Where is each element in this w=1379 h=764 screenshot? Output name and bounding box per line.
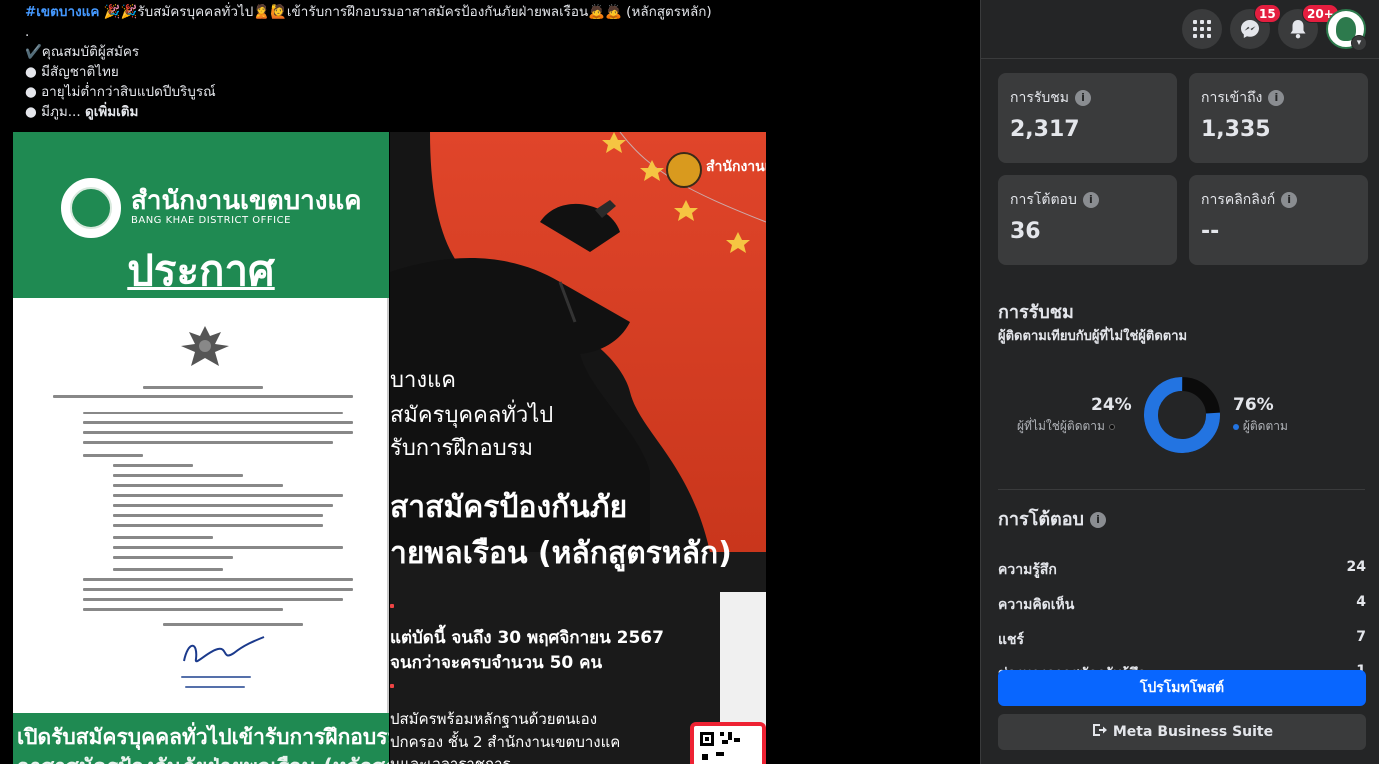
insights-panel: 15 20+ ▾ การรับชม i 2,317 การเข้าถึง i 1,3… xyxy=(980,0,1379,764)
announcement-header: สำนักงานเขตบางแค BANG KHAE DISTRICT OFFI… xyxy=(13,132,389,298)
non-followers-dot-icon xyxy=(1108,423,1115,430)
stat-label-link-clicks: การคลิกลิงก์ i xyxy=(1201,189,1298,211)
qr-code-icon xyxy=(690,722,766,764)
announcement-document xyxy=(13,298,389,713)
poster-line-9: ปกครอง ชั้น 2 สำนักงานเขตบางแค xyxy=(390,733,621,751)
engagement-value: 7 xyxy=(1356,629,1366,645)
poster-bullet-dot xyxy=(390,604,394,608)
meta-business-suite-label: Meta Business Suite xyxy=(1112,724,1274,740)
post-viewer: #เขตบางแค 🎉🎉รับสมัครบุคคลทั่วไป🙎🙋เข้ารับ… xyxy=(0,0,980,764)
engagement-label: แชร์ xyxy=(998,632,1025,648)
signature-image xyxy=(183,636,265,663)
non-followers-label: ผู้ที่ไม่ใช่ผู้ติดตาม xyxy=(1017,419,1105,433)
post-dot-line: . xyxy=(25,24,30,40)
messenger-badge: 15 xyxy=(1254,4,1281,23)
engagement-value: 24 xyxy=(1346,559,1366,575)
bullet-nationality: ● มีสัญชาติไทย xyxy=(25,64,119,80)
announcement-footer: เปิดรับสมัครบุคคลทั่วไปเข้ารับการฝึกอบรม… xyxy=(13,713,389,764)
messenger-button[interactable]: 15 xyxy=(1230,4,1281,49)
followers-percent: 76% xyxy=(1233,395,1274,415)
stat-label-views: การรับชม i xyxy=(1010,87,1091,109)
stat-card-engagement: การโต้ตอบ i 36 xyxy=(998,175,1177,265)
poster-line-7: จนกว่าจะครบจำนวน 50 คน xyxy=(390,653,603,673)
stat-card-views: การรับชม i 2,317 xyxy=(998,73,1177,163)
poster-line-8: ปสมัครพร้อมหลักฐานด้วยตนเอง xyxy=(390,710,598,728)
post-headline-line: #เขตบางแค 🎉🎉รับสมัครบุคคลทั่วไป🙎🙋เข้ารับ… xyxy=(25,2,975,22)
followers-legend: ผู้ติดตาม xyxy=(1233,417,1288,436)
office-name-english: BANG KHAE DISTRICT OFFICE xyxy=(131,215,291,226)
non-followers-percent: 24% xyxy=(1091,395,1132,415)
post-caption: #เขตบางแค 🎉🎉รับสมัครบุคคลทั่วไป🙎🙋เข้ารับ… xyxy=(25,2,975,122)
messenger-icon xyxy=(1241,20,1259,38)
poster-line-4: สาสมัครป้องกันภัย xyxy=(390,490,628,525)
info-icon[interactable]: i xyxy=(1281,192,1298,208)
info-icon[interactable]: i xyxy=(1075,90,1091,106)
stat-card-reach: การเข้าถึง i 1,335 xyxy=(1189,73,1368,163)
bell-icon xyxy=(1290,20,1306,39)
promote-post-button[interactable]: โปรโมทโพสต์ xyxy=(998,670,1366,706)
engagement-label: ความคิดเห็น xyxy=(998,597,1075,613)
engagement-row-comments: ความคิดเห็น 4 xyxy=(998,594,1366,616)
divider xyxy=(981,58,1379,59)
info-icon[interactable]: i xyxy=(1089,512,1106,528)
engagement-row-reactions: ความรู้สึก 24 xyxy=(998,559,1366,581)
notifications-button[interactable]: 20+ xyxy=(1278,4,1339,49)
poster-logo-text: สำนักงานเ xyxy=(706,159,766,175)
post-media[interactable]: สำนักงานเขตบางแค BANG KHAE DISTRICT OFFI… xyxy=(13,132,766,764)
divider xyxy=(998,489,1365,490)
non-followers-legend: ผู้ที่ไม่ใช่ผู้ติดตาม xyxy=(1017,417,1115,436)
announcement-footer-line1: เปิดรับสมัครบุคคลทั่วไปเข้ารับการฝึกอบรม xyxy=(17,725,389,749)
stat-label-reach: การเข้าถึง i xyxy=(1201,87,1285,109)
stat-card-link-clicks: การคลิกลิงก์ i -- xyxy=(1189,175,1368,265)
poster-line-1: บางแค xyxy=(390,368,456,393)
chevron-down-icon[interactable]: ▾ xyxy=(1351,35,1367,51)
announcement-footer-line2: อาสาสมัครป้องกันภัยฝ่ายพลเรือน (หลักสูตร xyxy=(17,751,389,764)
info-icon[interactable]: i xyxy=(1082,192,1099,208)
qualifications-header: ✔️คุณสมบัติผู้สมัคร xyxy=(25,44,140,60)
garuda-emblem-icon xyxy=(181,326,229,366)
engagement-label: ความรู้สึก xyxy=(998,562,1057,578)
announcement-title: ประกาศ xyxy=(127,246,275,295)
stat-value-views: 2,317 xyxy=(1010,117,1080,142)
bullet-domicile-text: ● มีภูม... xyxy=(25,104,81,120)
district-office-logo xyxy=(61,178,121,238)
poster-line-2: สมัครบุคคลทั่วไป xyxy=(390,403,554,428)
views-section-title: การรับชม xyxy=(998,302,1074,323)
engagement-value: 4 xyxy=(1356,594,1366,610)
poster-line-10: นและเวลาราชการ xyxy=(390,755,511,764)
bullet-domicile: ● มีภูม... ดูเพิ่มเติม xyxy=(25,102,975,122)
poster-bullet-dot xyxy=(390,684,394,688)
hashtag-link[interactable]: #เขตบางแค xyxy=(25,4,99,20)
stat-value-link-clicks: -- xyxy=(1201,219,1220,244)
announcement-image[interactable]: สำนักงานเขตบางแค BANG KHAE DISTRICT OFFI… xyxy=(13,132,389,764)
followers-donut-chart xyxy=(1144,377,1220,453)
grid-menu-icon xyxy=(1193,20,1211,38)
poster-line-6: แต่บัดนี้ จนถึง 30 พฤศจิกายน 2567 xyxy=(390,628,664,648)
post-headline: 🎉🎉รับสมัครบุคคลทั่วไป🙎🙋เข้ารับการฝึกอบรม… xyxy=(103,4,712,20)
followers-label: ผู้ติดตาม xyxy=(1242,419,1288,433)
bullet-age: ● อายุไม่ต่ำกว่าสิบแปดปีบริบูรณ์ xyxy=(25,84,216,100)
poster-line-3: รับการฝึกอบรม xyxy=(390,436,533,461)
engagement-section-title: การโต้ตอบ i xyxy=(998,504,1106,533)
poster-logo-icon xyxy=(666,152,702,188)
external-link-icon xyxy=(1091,714,1107,750)
poster-line-5: ายพลเรือน (หลักสูตรหลัก) xyxy=(390,536,732,571)
logo-emblem-icon xyxy=(70,187,112,229)
menu-button[interactable] xyxy=(1182,9,1222,49)
meta-business-suite-button[interactable]: Meta Business Suite xyxy=(998,714,1366,750)
see-more-link[interactable]: ดูเพิ่มเติม xyxy=(85,104,138,120)
page-root: #เขตบางแค 🎉🎉รับสมัครบุคคลทั่วไป🙎🙋เข้ารับ… xyxy=(0,0,1379,764)
stat-value-engagement: 36 xyxy=(1010,219,1041,244)
stat-label-engagement: การโต้ตอบ i xyxy=(1010,189,1099,211)
followers-dot-icon xyxy=(1233,423,1239,430)
engagement-row-shares: แชร์ 7 xyxy=(998,629,1366,651)
stat-value-reach: 1,335 xyxy=(1201,117,1271,142)
top-nav-bar: 15 20+ ▾ xyxy=(981,0,1379,58)
info-icon[interactable]: i xyxy=(1268,90,1285,106)
views-section-subtitle: ผู้ติดตามเทียบกับผู้ที่ไม่ใช่ผู้ติดตาม xyxy=(998,329,1188,344)
poster-image[interactable]: สำนักงานเ บางแค สมัครบุคคลทั่วไป รับการฝ… xyxy=(390,132,766,764)
